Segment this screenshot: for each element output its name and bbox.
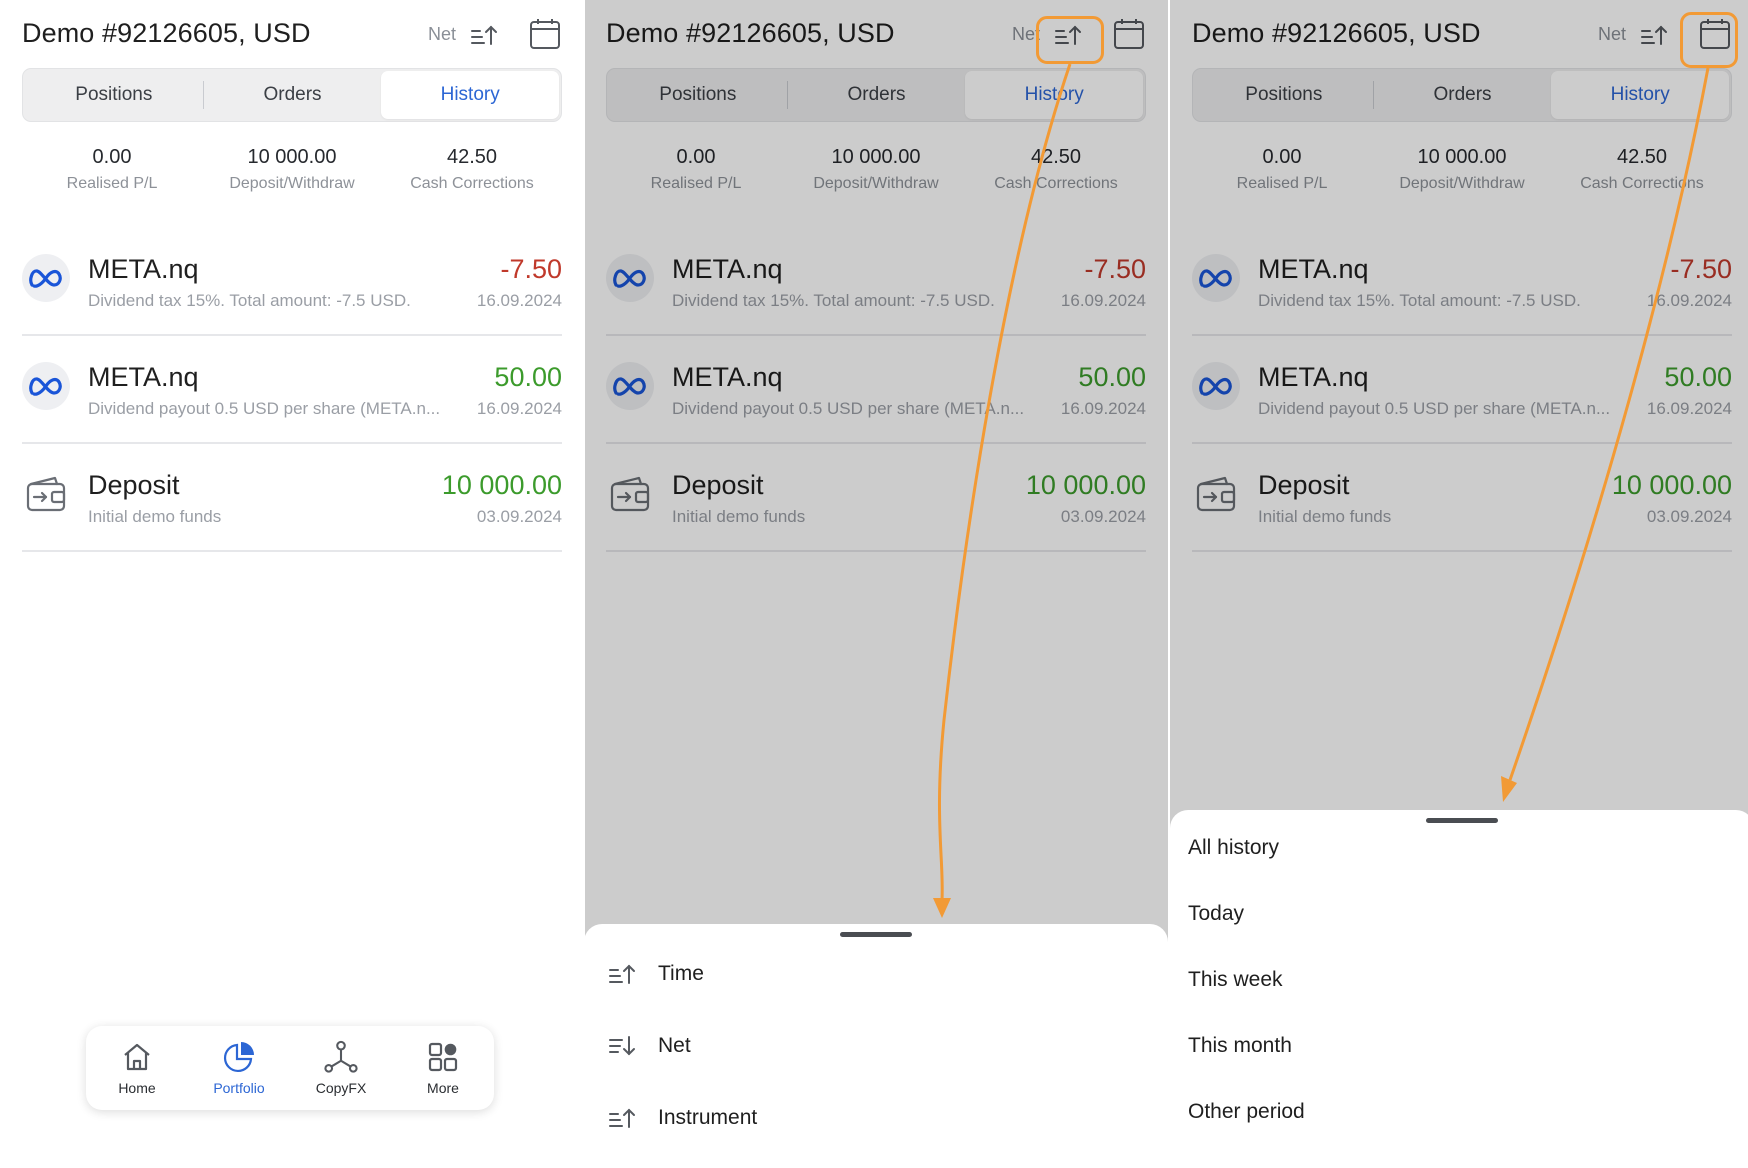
row-amount: 10 000.00 <box>441 470 562 500</box>
nav-label: Portfolio <box>213 1080 265 1096</box>
meta-logo-icon <box>22 362 70 410</box>
sort-sheet-panel: Demo #92126605, USD Net Positions Orders… <box>584 0 1168 1168</box>
nav-label: More <box>427 1080 459 1096</box>
network-nodes-icon <box>324 1040 358 1074</box>
wallet-transfer-icon <box>22 470 70 518</box>
history-row[interactable]: META.nq Dividend payout 0.5 USD per shar… <box>22 336 562 444</box>
bottom-navigation: Home Portfolio CopyFX More <box>86 1026 494 1110</box>
row-instrument: Deposit <box>88 470 180 500</box>
period-sheet-panel: Demo #92126605, USD Net Positions Orders… <box>1170 0 1748 1168</box>
nav-portfolio[interactable]: Portfolio <box>188 1026 290 1110</box>
summary-realised-pl: 0.00 Realised P/L <box>22 146 202 196</box>
row-date: 16.09.2024 <box>476 399 562 418</box>
row-date: 16.09.2024 <box>476 291 562 310</box>
nav-home[interactable]: Home <box>86 1026 188 1110</box>
summary-deposit-withdraw: 10 000.00 Deposit/Withdraw <box>202 146 382 196</box>
account-header: Demo #92126605, USD Net <box>22 14 562 58</box>
tab-orders[interactable]: Orders <box>204 71 382 119</box>
summary-cash-corrections: 42.50 Cash Corrections <box>382 146 562 196</box>
row-amount: 50.00 <box>494 362 562 392</box>
summary-label: Realised P/L <box>66 175 158 192</box>
tab-history[interactable]: History <box>381 71 560 119</box>
nav-copyfx[interactable]: CopyFX <box>290 1026 392 1110</box>
summary-value: 42.50 <box>446 146 498 168</box>
annotation-arrow <box>1501 67 1710 802</box>
row-description: Dividend tax 15%. Total amount: -7.5 USD… <box>88 291 411 310</box>
summary-label: Cash Corrections <box>410 175 534 192</box>
sort-mode-label: Net <box>427 24 456 44</box>
row-description: Initial demo funds <box>88 507 222 526</box>
history-summary: 0.00 Realised P/L 10 000.00 Deposit/Withdr… <box>22 146 562 196</box>
summary-value: 10 000.00 <box>247 146 337 168</box>
annotation-arrow <box>933 63 1072 918</box>
summary-value: 0.00 <box>92 146 132 168</box>
meta-logo-icon <box>22 254 70 302</box>
home-icon <box>120 1040 154 1074</box>
calendar-button[interactable] <box>528 16 562 52</box>
summary-label: Deposit/Withdraw <box>229 175 355 192</box>
tab-positions[interactable]: Positions <box>25 71 203 119</box>
tutorial-composite: Demo #92126605, USD Net Positions Orders… <box>0 0 1748 1168</box>
account-title: Demo #92126605, USD <box>22 18 311 48</box>
history-list: META.nq Dividend tax 15%. Total amount: … <box>22 228 562 552</box>
sort-ascending-icon <box>471 25 497 45</box>
row-date: 03.09.2024 <box>476 507 562 526</box>
history-row[interactable]: Deposit Initial demo funds 10 000.00 03.… <box>22 444 562 552</box>
row-instrument: META.nq <box>88 362 199 392</box>
row-amount: -7.50 <box>500 254 562 284</box>
history-screen-panel: Demo #92126605, USD Net Positions Orders… <box>0 0 584 1168</box>
nav-more[interactable]: More <box>392 1026 494 1110</box>
nav-label: Home <box>118 1080 156 1096</box>
sort-button[interactable] <box>468 20 500 50</box>
panel-divider <box>583 0 585 1168</box>
row-description: Dividend payout 0.5 USD per share (META.… <box>88 399 441 418</box>
grid-icon <box>426 1040 460 1074</box>
calendar-icon <box>530 19 560 49</box>
panel-divider <box>1168 0 1170 1168</box>
nav-label: CopyFX <box>315 1080 367 1096</box>
portfolio-tabs: Positions Orders History <box>22 68 562 122</box>
pie-chart-icon <box>222 1040 256 1074</box>
history-row[interactable]: META.nq Dividend tax 15%. Total amount: … <box>22 228 562 336</box>
row-instrument: META.nq <box>88 254 199 284</box>
